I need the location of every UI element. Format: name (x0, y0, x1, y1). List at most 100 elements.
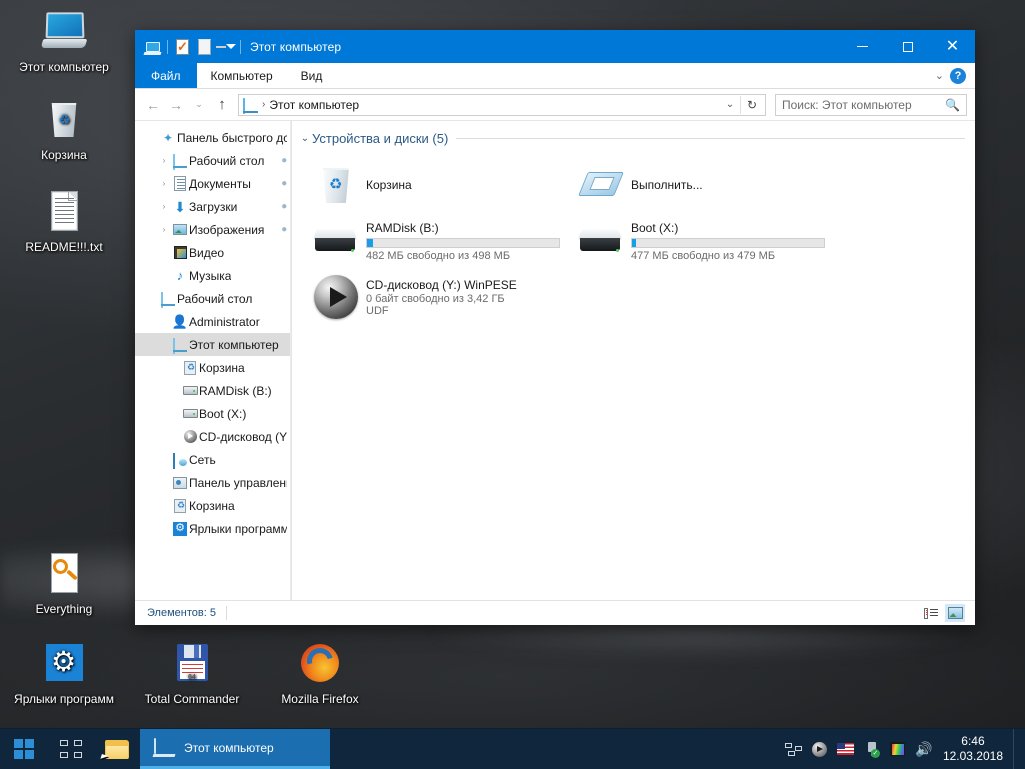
drive-tile[interactable]: ♻ Корзина (306, 157, 571, 213)
search-box[interactable]: Поиск: Этот компьютер 🔍 (775, 93, 967, 116)
group-header[interactable]: ⌄ Устройства и диски (5) (292, 127, 975, 149)
desktop-icon-recycle-bin[interactable]: ♻ Корзина (4, 96, 124, 162)
drive-name: Boot (X:) (631, 220, 679, 235)
pin-icon[interactable]: ● (278, 177, 290, 189)
chevron-down-icon[interactable]: ⌄ (298, 133, 312, 144)
safely-remove-usb-tray-icon[interactable]: ✓ (859, 729, 885, 769)
tree-item[interactable]: 👤 Administrator (135, 310, 291, 333)
drive-tile-list[interactable]: ♻ Корзина Выполнить... RAMDisk (B:) 482 МБ с… (292, 149, 975, 325)
tree-twisty-icon[interactable]: › (157, 156, 171, 165)
language-flag-tray-icon[interactable] (833, 729, 859, 769)
tab-file[interactable]: Файл (135, 63, 197, 88)
start-button[interactable] (0, 729, 48, 769)
quick-access-toolbar[interactable]: ✓ (135, 36, 244, 58)
pin-icon[interactable]: ● (278, 223, 290, 235)
desktop-icon-computer[interactable]: Этот компьютер (4, 8, 124, 74)
large-icons-view-button[interactable] (945, 604, 965, 622)
file-explorer-button[interactable] (94, 729, 140, 769)
tree-item-label: Видео (189, 245, 225, 260)
details-view-button[interactable] (921, 604, 941, 622)
divider (740, 95, 741, 114)
ribbon-tab-bar[interactable]: Файл Компьютер Вид ⌄ ? (135, 63, 975, 89)
network-tray-icon[interactable] (781, 729, 807, 769)
breadcrumb[interactable]: Этот компьютер (269, 98, 359, 112)
nav-pane-scrollbar[interactable] (290, 121, 291, 600)
desktop-icon-readme[interactable]: README!!!.txt (4, 188, 124, 254)
tree-item[interactable]: › Документы ● (135, 172, 291, 195)
pin-icon[interactable]: ● (278, 200, 290, 212)
drive-tile[interactable]: RAMDisk (B:) 482 МБ свободно из 498 МБ (306, 213, 571, 269)
forward-button[interactable]: → (166, 94, 186, 116)
tree-item[interactable]: Панель управлени (135, 471, 291, 494)
address-dropdown-icon[interactable]: ⌄ (722, 99, 738, 110)
tree-item[interactable]: CD-дисковод (Y:) (135, 425, 291, 448)
drive-usage-bar (631, 237, 825, 248)
folder-tree[interactable]: ✦ Панель быстрого дс › Рабочий стол ● › Докуме… (135, 121, 291, 540)
tree-item[interactable]: Видео (135, 241, 291, 264)
properties-icon[interactable]: ✓ (171, 36, 193, 58)
search-input[interactable]: Поиск: Этот компьютер (782, 98, 945, 112)
desktop-icon-firefox[interactable]: Mozilla Firefox (260, 640, 380, 706)
tree-item[interactable]: › Рабочий стол ● (135, 149, 291, 172)
tab-computer[interactable]: Компьютер (197, 63, 287, 88)
pin-icon[interactable]: ● (278, 154, 290, 166)
user-icon: 👤 (171, 314, 189, 329)
refresh-button[interactable]: ↻ (743, 98, 761, 112)
new-folder-icon[interactable] (193, 36, 215, 58)
help-button[interactable]: ? (950, 67, 966, 84)
tree-item[interactable]: Рабочий стол (135, 287, 291, 310)
title-bar[interactable]: ✓ Этот компьютер ✕ (135, 30, 975, 63)
media-player-tray-icon[interactable] (807, 729, 833, 769)
customize-dropdown-icon[interactable] (215, 36, 237, 58)
tree-item-label: Корзина (199, 360, 245, 375)
navigation-bar[interactable]: ← → ⌄ ↑ › Этот компьютер ⌄ ↻ Поиск: Этот… (135, 89, 975, 120)
tree-twisty-icon[interactable]: › (157, 179, 171, 188)
tree-item[interactable]: ♪ Музыка (135, 264, 291, 287)
computer-icon[interactable] (142, 36, 164, 58)
show-desktop-button[interactable] (1013, 728, 1021, 769)
drive-tile[interactable]: Boot (X:) 477 МБ свободно из 479 МБ (571, 213, 836, 269)
content-pane[interactable]: ⌄ Устройства и диски (5) ♻ Корзина Выполни… (292, 121, 975, 600)
drive-name: CD-дисковод (Y:) WinPESE (366, 277, 517, 292)
recent-locations-button[interactable]: ⌄ (189, 94, 209, 116)
drive-free-space: 0 байт свободно из 3,42 ГБ (366, 292, 505, 305)
tree-item[interactable]: Ярлыки программ (135, 517, 291, 540)
text-document-icon (40, 188, 88, 236)
up-button[interactable]: ↑ (212, 94, 232, 116)
tree-item[interactable]: Этот компьютер (135, 333, 291, 356)
back-button[interactable]: ← (143, 94, 163, 116)
color-profile-tray-icon[interactable] (885, 729, 911, 769)
tree-item[interactable]: Корзина (135, 494, 291, 517)
task-view-button[interactable] (48, 729, 94, 769)
tree-item[interactable]: ✦ Панель быстрого дс (135, 126, 291, 149)
minimize-button[interactable] (840, 30, 885, 63)
drive-tile[interactable]: CD-дисковод (Y:) WinPESE 0 байт свободно … (306, 269, 571, 325)
window-controls[interactable]: ✕ (840, 30, 975, 63)
maximize-button[interactable] (885, 30, 930, 63)
desktop-icon-program-shortcuts[interactable]: ⚙ Ярлыки программ (4, 640, 124, 706)
recycle-bin-icon: ♻ (310, 161, 362, 209)
system-tray[interactable]: ✓ 🔊 6:46 12.03.2018 (781, 728, 1025, 769)
close-button[interactable]: ✕ (930, 30, 975, 63)
tree-item[interactable]: Сеть (135, 448, 291, 471)
tree-item[interactable]: Boot (X:) (135, 402, 291, 425)
tree-item[interactable]: Корзина (135, 356, 291, 379)
tab-view[interactable]: Вид (287, 63, 337, 88)
volume-tray-icon[interactable]: 🔊 (911, 729, 937, 769)
drive-tile[interactable]: Выполнить... (571, 157, 836, 213)
navigation-pane[interactable]: ✦ Панель быстрого дс › Рабочий стол ● › Докуме… (135, 121, 292, 600)
taskbar-clock[interactable]: 6:46 12.03.2018 (937, 734, 1013, 764)
tree-item[interactable]: › Изображения ● (135, 218, 291, 241)
tree-item[interactable]: › ⬇ Загрузки ● (135, 195, 291, 218)
file-explorer-window[interactable]: ✓ Этот компьютер ✕ Файл Компьютер Вид ⌄ … (135, 30, 975, 625)
expand-ribbon-icon[interactable]: ⌄ (935, 69, 944, 82)
tree-twisty-icon[interactable]: › (157, 225, 171, 234)
recycle-bin-icon: ♻ (40, 96, 88, 144)
taskbar-window-this-computer[interactable]: Этот компьютер (140, 729, 330, 769)
desktop-icon-total-commander[interactable]: 64 Total Commander (132, 640, 252, 706)
address-bar[interactable]: › Этот компьютер ⌄ ↻ (238, 93, 766, 116)
tree-item[interactable]: RAMDisk (B:) (135, 379, 291, 402)
taskbar[interactable]: Этот компьютер ✓ 🔊 6:46 12.03.2018 (0, 728, 1025, 769)
desktop-icon-everything[interactable]: Everything (4, 550, 124, 616)
tree-twisty-icon[interactable]: › (157, 202, 171, 211)
